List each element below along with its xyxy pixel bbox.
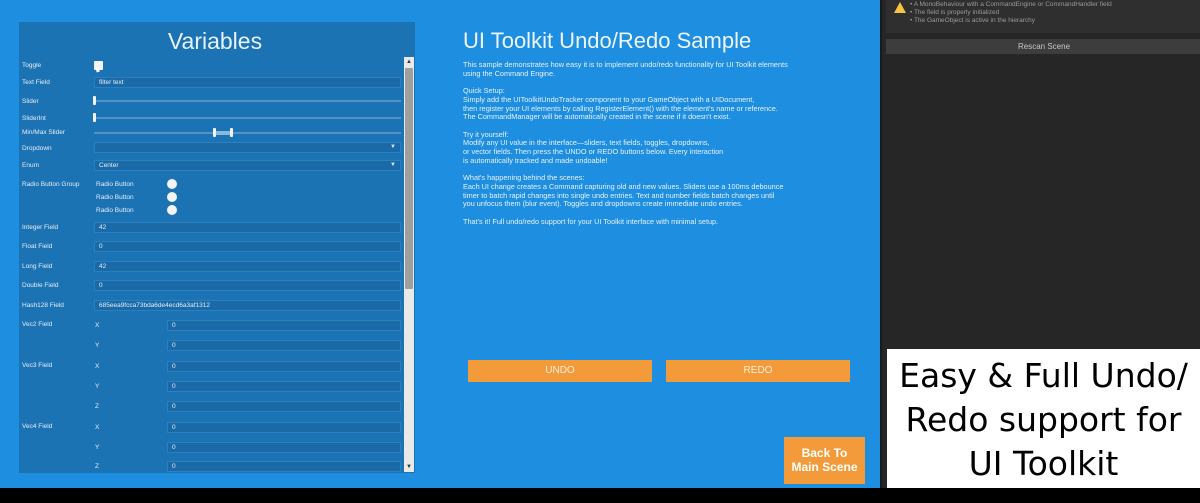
minmax-min-thumb[interactable]: [213, 128, 216, 137]
warning-box: • A MonoBehaviour with a CommandEngine o…: [886, 0, 1200, 33]
enum-value: Center: [99, 162, 119, 169]
enum-select[interactable]: Center ▼: [94, 160, 401, 171]
warning-line: • The GameObject is active in the hierar…: [910, 17, 1035, 24]
vec3-z-label: Z: [95, 403, 99, 410]
scrollbar-thumb[interactable]: [405, 68, 413, 289]
scroll-up-icon[interactable]: ▲: [404, 57, 414, 67]
minmax-slider-range: [215, 131, 231, 135]
warning-line: • A MonoBehaviour with a CommandEngine o…: [910, 1, 1112, 8]
caption-line: UI Toolkit: [968, 444, 1119, 483]
vec4-x-input[interactable]: 0: [167, 422, 401, 433]
try-line: or vector fields. Then press the UNDO or…: [463, 147, 724, 156]
toggle-label: Toggle: [22, 62, 42, 69]
integer-field-input[interactable]: 42: [94, 222, 401, 233]
vec3-field-label: Vec3 Field: [22, 362, 53, 369]
radio-button[interactable]: [167, 179, 177, 189]
scroll-down-icon[interactable]: ▼: [404, 462, 414, 472]
radio-button[interactable]: [167, 205, 177, 215]
vec3-y-label: Y: [95, 383, 100, 390]
caption-line: Redo support for: [905, 400, 1182, 439]
radio-group-label: Radio Button Group: [22, 181, 80, 188]
vec4-field-label: Vec4 Field: [22, 423, 53, 430]
vec2-x-label: X: [95, 322, 100, 329]
hash128-field-label: Hash128 Field: [22, 302, 64, 309]
text-field-label: Text Field: [22, 79, 50, 86]
vec4-y-label: Y: [95, 444, 100, 451]
bottom-bar: [0, 488, 1200, 503]
radio-button[interactable]: [167, 192, 177, 202]
hash128-field-input[interactable]: 685eea9fcca73bda6de4ecd6a3af1312: [94, 300, 401, 311]
vec4-z-input[interactable]: 0: [167, 461, 401, 472]
double-field-input[interactable]: 0: [94, 280, 401, 291]
rescan-scene-button[interactable]: Rescan Scene: [886, 39, 1200, 54]
long-field-label: Long Field: [22, 263, 53, 270]
setup-line: The CommandManager will be automatically…: [463, 112, 731, 122]
vec2-y-label: Y: [95, 342, 100, 349]
chevron-down-icon: ▼: [390, 162, 396, 168]
back-button-line: Back To: [801, 446, 848, 460]
sliderint-label: SliderInt: [22, 115, 46, 122]
variables-panel: Variables Toggle Text Field filter text …: [19, 22, 415, 473]
dropdown-label: Dropdown: [22, 145, 52, 152]
slider-track[interactable]: [94, 100, 401, 102]
intro-line: using the Command Engine.: [463, 68, 556, 78]
float-field-label: Float Field: [22, 243, 53, 250]
dropdown-select[interactable]: ▼: [94, 142, 401, 153]
try-heading: Try it yourself:: [463, 129, 509, 139]
variables-title: Variables: [167, 28, 263, 54]
try-line: is automatically tracked and made undoab…: [463, 155, 608, 165]
setup-line: Simply add the UIToolkitUndoTracker comp…: [463, 94, 755, 104]
variables-scrollbar[interactable]: ▲ ▼: [404, 57, 414, 472]
setup-line: then register your UI elements by callin…: [463, 103, 778, 113]
chevron-down-icon: ▼: [390, 144, 396, 150]
sample-title: UI Toolkit Undo/Redo Sample: [463, 28, 752, 53]
try-line: Modify any UI value in the interface—sli…: [463, 138, 710, 148]
sample-description: This sample demonstrates how easy it is …: [463, 60, 873, 235]
sliderint-thumb[interactable]: [93, 113, 96, 122]
behind-heading: What's happening behind the scenes:: [463, 173, 585, 183]
minmax-slider-track[interactable]: [94, 132, 401, 134]
redo-button[interactable]: REDO: [666, 360, 850, 382]
radio-button-label: Radio Button: [96, 207, 134, 214]
vec2-y-input[interactable]: 0: [167, 340, 401, 351]
sliderint-track[interactable]: [94, 117, 401, 119]
caption-line: Easy & Full Undo/: [899, 356, 1188, 395]
integer-field-label: Integer Field: [22, 224, 59, 231]
undo-button[interactable]: UNDO: [468, 360, 652, 382]
vec2-field-label: Vec2 Field: [22, 321, 53, 328]
minmax-max-thumb[interactable]: [230, 128, 233, 137]
behind-line: timer to batch rapid changes into single…: [463, 190, 775, 200]
vec3-z-input[interactable]: 0: [167, 401, 401, 412]
caption-overlay: Easy & Full Undo/ Redo support for UI To…: [887, 349, 1200, 491]
intro-line: This sample demonstrates how easy it is …: [463, 60, 788, 69]
behind-line: you unfocus them (blur event). Toggles a…: [463, 199, 743, 209]
vec3-x-label: X: [95, 363, 100, 370]
enum-label: Enum: [22, 162, 39, 169]
radio-button-label: Radio Button: [96, 181, 134, 188]
vec4-y-input[interactable]: 0: [167, 442, 401, 453]
slider-thumb[interactable]: [93, 96, 96, 105]
vec3-x-input[interactable]: 0: [167, 361, 401, 372]
behind-line: Each UI change creates a Command capturi…: [463, 181, 784, 191]
back-to-main-scene-button[interactable]: Back To Main Scene: [784, 437, 865, 484]
back-button-line: Main Scene: [791, 460, 858, 474]
minmax-slider-label: Min/Max Slider: [22, 129, 65, 136]
footer-line: That's it! Full undo/redo support for yo…: [463, 216, 719, 226]
vec4-x-label: X: [95, 424, 100, 431]
game-view: Variables Toggle Text Field filter text …: [0, 0, 880, 488]
float-field-input[interactable]: 0: [94, 241, 401, 252]
text-field-input[interactable]: filter text: [94, 77, 401, 88]
setup-heading: Quick Setup:: [463, 86, 505, 96]
vec3-y-input[interactable]: 0: [167, 381, 401, 392]
slider-label: Slider: [22, 98, 39, 105]
long-field-input[interactable]: 42: [94, 261, 401, 272]
radio-button-label: Radio Button: [96, 194, 134, 201]
vec4-z-label: Z: [95, 463, 99, 470]
warning-line: • The field is properly initialized: [910, 9, 1000, 16]
vec2-x-input[interactable]: 0: [167, 320, 401, 331]
double-field-label: Double Field: [22, 282, 59, 289]
warning-icon: [894, 2, 906, 13]
